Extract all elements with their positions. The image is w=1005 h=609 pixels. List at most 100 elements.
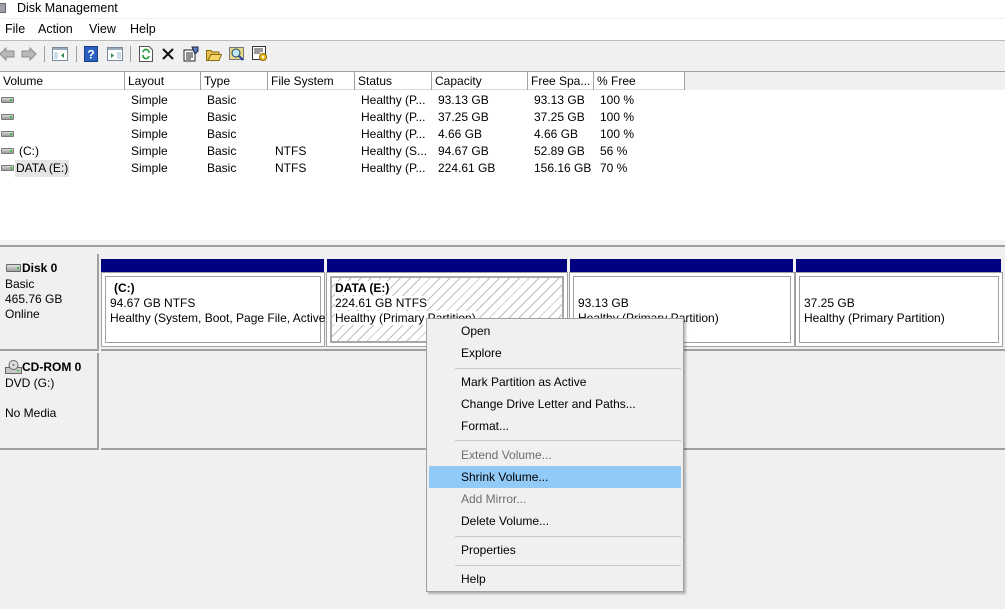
partition-header-bar bbox=[101, 259, 324, 272]
cell-percent-free: 100 % bbox=[600, 127, 635, 141]
cell-file-system: NTFS bbox=[275, 144, 307, 158]
properties-icon bbox=[183, 46, 199, 62]
cell-status: Healthy (P... bbox=[361, 127, 426, 141]
menu-item-open[interactable]: Open bbox=[429, 320, 681, 342]
disk-name: Disk 0 bbox=[22, 261, 58, 275]
title-bar: Disk Management bbox=[0, 0, 1005, 18]
column-header-type[interactable]: Type bbox=[201, 72, 268, 90]
action-pane-icon bbox=[107, 47, 123, 61]
magnifier-icon bbox=[229, 47, 244, 61]
cell-layout: Simple bbox=[131, 110, 168, 124]
settings-button[interactable] bbox=[251, 45, 269, 63]
partition-header-bar bbox=[570, 259, 793, 272]
cell-percent-free: 70 % bbox=[600, 161, 628, 175]
volume-icon bbox=[1, 97, 14, 103]
partition-header-bar bbox=[327, 259, 567, 272]
hard-disk-icon bbox=[6, 264, 21, 272]
cell-free-space: 156.16 GB bbox=[534, 161, 592, 175]
column-header-file-system[interactable]: File System bbox=[268, 72, 355, 90]
cell-capacity: 224.61 GB bbox=[438, 161, 496, 175]
cell-type: Basic bbox=[207, 110, 237, 124]
forward-button[interactable] bbox=[20, 45, 38, 63]
partition-37gb-body: 37.25 GB Healthy (Primary Partition) bbox=[799, 276, 999, 343]
help-icon: ? bbox=[84, 46, 98, 62]
cell-layout: Simple bbox=[131, 93, 168, 107]
cell-percent-free: 56 % bbox=[600, 144, 628, 158]
menu-file[interactable]: File bbox=[5, 22, 25, 37]
close-icon bbox=[162, 48, 174, 60]
column-header-layout[interactable]: Layout bbox=[125, 72, 201, 90]
column-header-percent-free[interactable]: % Free bbox=[594, 72, 685, 90]
menu-item-help[interactable]: Help bbox=[429, 568, 681, 590]
cell-capacity: 93.13 GB bbox=[438, 93, 489, 107]
menu-item-delete-volume[interactable]: Delete Volume... bbox=[429, 510, 681, 532]
menu-item-shrink-volume[interactable]: Shrink Volume... bbox=[429, 466, 681, 488]
disk-state: Online bbox=[5, 307, 40, 321]
menu-item-change-drive-letter[interactable]: Change Drive Letter and Paths... bbox=[429, 393, 681, 415]
cell-status: Healthy (P... bbox=[361, 110, 426, 124]
disk-0-label[interactable]: Disk 0 Basic 465.76 GB Online bbox=[0, 254, 99, 351]
refresh-icon bbox=[139, 46, 153, 62]
menu-help[interactable]: Help bbox=[130, 22, 156, 37]
cell-status: Healthy (P... bbox=[361, 161, 426, 175]
cdrom-0-label[interactable]: CD-ROM 0 DVD (G:) No Media bbox=[0, 353, 99, 450]
cell-type: Basic bbox=[207, 93, 237, 107]
disk-size: 465.76 GB bbox=[5, 292, 63, 306]
volume-icon bbox=[1, 165, 14, 171]
disk-management-app-icon bbox=[0, 3, 6, 13]
cell-capacity: 94.67 GB bbox=[438, 144, 489, 158]
delete-button[interactable] bbox=[159, 45, 177, 63]
column-header-free-space[interactable]: Free Spa... bbox=[528, 72, 594, 90]
refresh-button[interactable] bbox=[137, 45, 155, 63]
menu-view[interactable]: View bbox=[89, 22, 116, 37]
cell-layout: Simple bbox=[131, 144, 168, 158]
volume-row[interactable]: (C:) Simple Basic NTFS Healthy (S... 94.… bbox=[0, 143, 700, 160]
partition-size: 94.67 GB NTFS bbox=[110, 296, 196, 310]
show-hide-action-pane-button[interactable] bbox=[106, 45, 124, 63]
volume-row[interactable]: Simple Basic Healthy (P... 4.66 GB 4.66 … bbox=[0, 126, 700, 143]
cell-free-space: 52.89 GB bbox=[534, 144, 585, 158]
toolbar: ? bbox=[0, 41, 1005, 67]
column-header-status[interactable]: Status bbox=[355, 72, 432, 90]
arrow-left-icon bbox=[0, 47, 15, 61]
column-header-capacity[interactable]: Capacity bbox=[432, 72, 528, 90]
show-hide-console-tree-button[interactable] bbox=[51, 45, 69, 63]
help-button[interactable]: ? bbox=[82, 45, 100, 63]
partition-label: DATA (E:) bbox=[335, 281, 390, 295]
column-header-volume[interactable]: Volume bbox=[0, 72, 125, 90]
partition-label: (C:) bbox=[114, 281, 135, 295]
menu-item-extend-volume: Extend Volume... bbox=[461, 448, 552, 462]
cell-volume: (C:) bbox=[19, 144, 39, 158]
partition-size: 93.13 GB bbox=[578, 296, 629, 310]
partition-37gb[interactable]: 37.25 GB Healthy (Primary Partition) bbox=[795, 272, 1003, 347]
properties-button[interactable] bbox=[182, 45, 200, 63]
menu-item-format[interactable]: Format... bbox=[429, 415, 681, 437]
menu-item-properties[interactable]: Properties bbox=[429, 539, 681, 561]
menu-item-mark-partition-active[interactable]: Mark Partition as Active bbox=[429, 371, 681, 393]
toolbar-separator bbox=[76, 46, 77, 62]
arrow-right-icon bbox=[21, 47, 37, 61]
menu-item-explore[interactable]: Explore bbox=[429, 342, 681, 364]
cell-volume: DATA (E:) bbox=[15, 160, 70, 177]
cell-type: Basic bbox=[207, 127, 237, 141]
cd-drive-icon bbox=[5, 360, 22, 374]
toolbar-separator bbox=[44, 46, 45, 62]
cell-type: Basic bbox=[207, 161, 237, 175]
explore-button[interactable] bbox=[228, 45, 246, 63]
volume-row-selected[interactable]: DATA (E:) Simple Basic NTFS Healthy (P..… bbox=[0, 160, 700, 177]
volume-list: Volume Layout Type File System Status Ca… bbox=[0, 71, 1005, 246]
volume-list-header: Volume Layout Type File System Status Ca… bbox=[0, 71, 1005, 90]
open-button[interactable] bbox=[205, 45, 223, 63]
partition-size: 224.61 GB NTFS bbox=[335, 296, 428, 310]
volume-row[interactable]: Simple Basic Healthy (P... 93.13 GB 93.1… bbox=[0, 92, 700, 109]
partition-c[interactable]: (C:) 94.67 GB NTFS Healthy (System, Boot… bbox=[101, 272, 325, 347]
volume-row[interactable]: Simple Basic Healthy (P... 37.25 GB 37.2… bbox=[0, 109, 700, 126]
cell-status: Healthy (P... bbox=[361, 93, 426, 107]
cell-status: Healthy (S... bbox=[361, 144, 428, 158]
back-button[interactable] bbox=[0, 45, 16, 63]
disk-name: CD-ROM 0 bbox=[22, 360, 82, 374]
menu-separator bbox=[455, 440, 681, 441]
cell-capacity: 37.25 GB bbox=[438, 110, 489, 124]
context-menu: Open Explore Mark Partition as Active Ch… bbox=[426, 318, 684, 592]
menu-action[interactable]: Action bbox=[38, 22, 73, 37]
